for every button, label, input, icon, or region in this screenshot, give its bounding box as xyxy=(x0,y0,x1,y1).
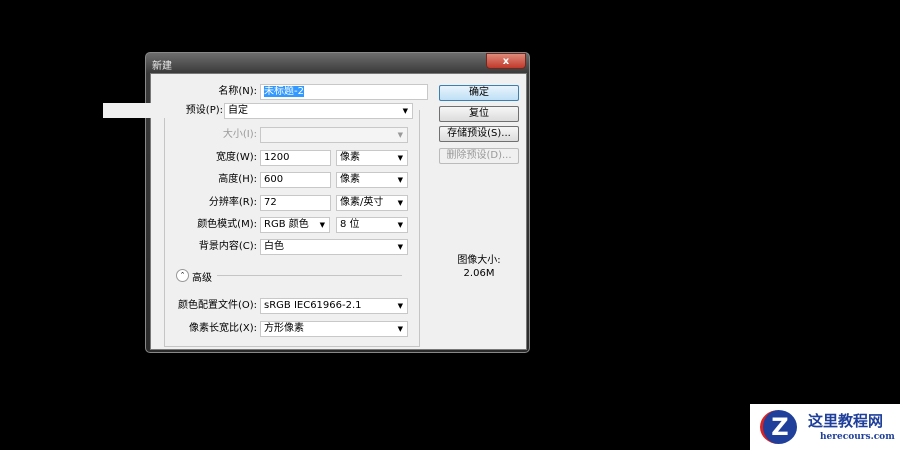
bit-depth-select[interactable]: 8 位 ▼ xyxy=(336,217,408,233)
dropdown-arrow-icon: ▼ xyxy=(397,221,403,229)
height-label: 高度(H): xyxy=(218,174,257,185)
size-label: 大小(I): xyxy=(222,129,257,140)
watermark-logo: Z 这里教程网 herecours.com xyxy=(750,404,900,450)
logo-z-icon: Z xyxy=(760,410,797,444)
bit-depth-value: 8 位 xyxy=(340,219,360,230)
name-input[interactable]: 未标题-2 xyxy=(260,84,428,100)
delete-preset-button[interactable]: 删除预设(D)... xyxy=(439,148,519,164)
height-input[interactable]: 600 xyxy=(260,172,331,188)
dropdown-arrow-icon: ▼ xyxy=(402,107,408,115)
background-select[interactable]: 白色 ▼ xyxy=(260,239,408,255)
preset-select[interactable]: 自定 ▼ xyxy=(224,103,413,119)
color-mode-value: RGB 颜色 xyxy=(264,219,309,230)
width-unit-select[interactable]: 像素 ▼ xyxy=(336,150,408,166)
watermark-url: herecours.com xyxy=(820,432,895,442)
advanced-label: 高级 xyxy=(192,273,212,284)
dropdown-arrow-icon: ▼ xyxy=(397,176,403,184)
pixel-aspect-select[interactable]: 方形像素 ▼ xyxy=(260,321,408,337)
preset-label: 预设(P): xyxy=(103,103,223,118)
save-preset-button[interactable]: 存储预设(S)... xyxy=(439,126,519,142)
width-unit: 像素 xyxy=(340,152,360,163)
dropdown-arrow-icon: ▼ xyxy=(397,154,403,162)
aspect-value: 方形像素 xyxy=(264,323,304,334)
new-document-dialog: 新建 x 名称(N): 未标题-2 预设(P): 自定 ▼ 大小(I): ▼ 宽度… xyxy=(103,52,530,353)
collapse-advanced-icon[interactable]: ⌃ xyxy=(176,269,189,282)
background-value: 白色 xyxy=(264,241,284,252)
ok-button[interactable]: 确定 xyxy=(439,85,519,101)
color-profile-select[interactable]: sRGB IEC61966-2.1 ▼ xyxy=(260,298,408,314)
name-value: 未标题-2 xyxy=(264,86,304,97)
preset-value: 自定 xyxy=(228,105,248,116)
dropdown-arrow-icon: ▼ xyxy=(397,199,403,207)
profile-label: 颜色配置文件(O): xyxy=(177,300,257,311)
dropdown-arrow-icon: ▼ xyxy=(397,302,403,310)
size-select[interactable]: ▼ xyxy=(260,127,408,143)
watermark-name: 这里教程网 xyxy=(808,412,884,430)
dropdown-arrow-icon: ▼ xyxy=(397,325,403,333)
image-size-label: 图像大小: xyxy=(457,255,501,266)
resolution-input[interactable]: 72 xyxy=(260,195,331,211)
dropdown-arrow-icon: ▼ xyxy=(397,131,403,139)
name-label: 名称(N): xyxy=(218,86,257,97)
advanced-divider xyxy=(217,275,402,276)
image-size-value: 2.06M xyxy=(463,268,495,279)
reset-button[interactable]: 复位 xyxy=(439,106,519,122)
profile-value: sRGB IEC61966-2.1 xyxy=(264,300,362,311)
dropdown-arrow-icon: ▼ xyxy=(397,243,403,251)
close-button[interactable]: x xyxy=(486,53,526,69)
color-mode-label: 颜色模式(M): xyxy=(197,219,257,230)
background-label: 背景内容(C): xyxy=(198,241,257,252)
height-unit-select[interactable]: 像素 ▼ xyxy=(336,172,408,188)
color-mode-select[interactable]: RGB 颜色 ▼ xyxy=(260,217,330,233)
width-input[interactable]: 1200 xyxy=(260,150,331,166)
dialog-body: 名称(N): 未标题-2 预设(P): 自定 ▼ 大小(I): ▼ 宽度(W): … xyxy=(103,73,527,350)
aspect-label: 像素长宽比(X): xyxy=(188,323,257,334)
resolution-label: 分辨率(R): xyxy=(208,197,257,208)
dialog-title: 新建 xyxy=(152,61,172,72)
height-unit: 像素 xyxy=(340,174,360,185)
resolution-unit: 像素/英寸 xyxy=(340,197,384,208)
resolution-unit-select[interactable]: 像素/英寸 ▼ xyxy=(336,195,408,211)
dropdown-arrow-icon: ▼ xyxy=(319,221,325,229)
width-label: 宽度(W): xyxy=(215,152,257,163)
